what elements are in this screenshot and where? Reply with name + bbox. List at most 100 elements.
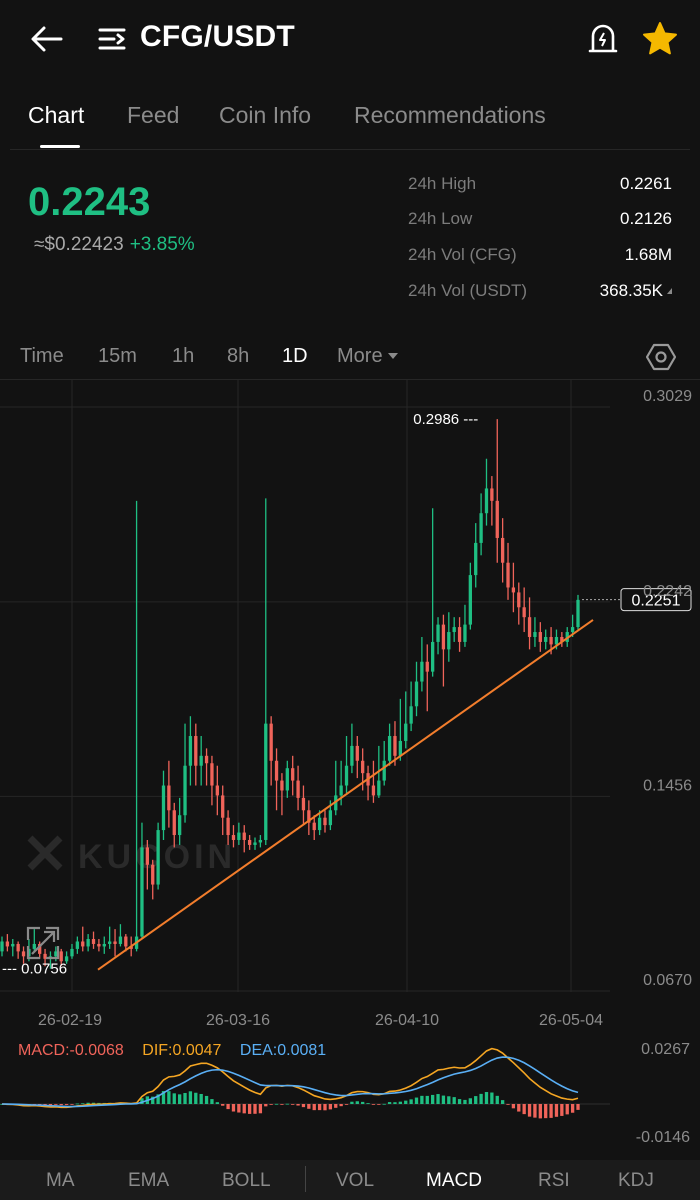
macd-bar — [361, 1101, 365, 1104]
indicator-ma[interactable]: MA — [46, 1170, 75, 1192]
candle — [355, 736, 359, 779]
macd-bar — [280, 1104, 284, 1105]
macd-bar — [296, 1104, 300, 1106]
price-alert-icon[interactable] — [586, 22, 620, 56]
macd-bar — [436, 1094, 440, 1104]
macd-bar — [414, 1097, 419, 1104]
macd-bar — [210, 1099, 214, 1104]
candle — [11, 939, 15, 957]
macd-bar — [226, 1104, 230, 1110]
stat-value-24h-vol-usdt: 368.35K — [600, 281, 672, 301]
macd-bar — [291, 1104, 295, 1105]
timeframe-more[interactable]: More — [337, 345, 398, 368]
macd-bar — [350, 1101, 354, 1104]
candle — [210, 755, 214, 806]
candle — [307, 800, 311, 836]
macd-bar — [387, 1102, 392, 1104]
macd-bar — [269, 1104, 273, 1105]
macd-bar — [54, 1104, 58, 1105]
timeframe-time[interactable]: Time — [20, 345, 64, 368]
candle — [409, 681, 413, 732]
timeframe-more-label: More — [337, 345, 383, 367]
candle — [81, 926, 85, 952]
main-tabs: Chart Feed Coin Info Recommendations — [0, 96, 700, 150]
favorite-star-icon[interactable] — [641, 20, 679, 58]
macd-bar — [371, 1104, 376, 1105]
timeframe-8h[interactable]: 8h — [227, 345, 249, 368]
chart-settings-icon[interactable] — [646, 342, 676, 372]
macd-bar — [452, 1097, 456, 1104]
macd-bar — [490, 1092, 494, 1104]
macd-bar — [334, 1104, 338, 1108]
macd-bar — [533, 1104, 537, 1118]
indicator-kdj[interactable]: KDJ — [618, 1170, 654, 1192]
stat-label-24h-vol-cfg: 24h Vol (CFG) — [408, 245, 517, 264]
candle — [323, 810, 327, 833]
macd-bar — [538, 1104, 542, 1119]
candle — [425, 644, 429, 712]
x-tick-label: 26-04-10 — [375, 1012, 439, 1029]
active-tab-indicator — [40, 145, 80, 148]
stat-label-24h-vol-usdt: 24h Vol (USDT) — [408, 281, 528, 300]
tab-recommendations[interactable]: Recommendations — [354, 102, 546, 129]
macd-bar — [506, 1104, 510, 1105]
candle — [500, 518, 505, 583]
candle — [301, 785, 306, 826]
candle — [495, 419, 499, 563]
macd-bar — [522, 1104, 526, 1115]
candle — [479, 493, 483, 556]
tab-feed[interactable]: Feed — [127, 102, 179, 129]
candle — [188, 716, 193, 786]
candle — [194, 723, 198, 786]
tab-coin-info[interactable]: Coin Info — [219, 102, 311, 129]
indicator-boll[interactable]: BOLL — [222, 1170, 271, 1192]
candle — [387, 723, 392, 766]
timeframe-1d[interactable]: 1D — [282, 345, 308, 368]
macd-bar — [565, 1104, 569, 1115]
timeframe-1h[interactable]: 1h — [172, 345, 194, 368]
candle — [269, 716, 273, 786]
candle — [156, 822, 160, 890]
indicator-separator — [305, 1166, 306, 1192]
macd-bar — [549, 1104, 553, 1118]
indicator-macd[interactable]: MACD — [426, 1170, 482, 1192]
candle — [274, 748, 279, 811]
candle — [70, 943, 74, 959]
candle — [527, 597, 532, 650]
high-marker: 0.2986 --- — [413, 411, 478, 428]
candle — [484, 458, 489, 526]
macd-bar — [377, 1104, 381, 1105]
candle — [113, 929, 117, 957]
watermark-logo-icon — [27, 835, 63, 871]
macd-bar — [75, 1103, 80, 1105]
candle — [258, 835, 263, 848]
trendline[interactable] — [97, 619, 594, 971]
indicator-ema[interactable]: EMA — [128, 1170, 169, 1192]
tab-chart[interactable]: Chart — [28, 102, 84, 129]
candle — [441, 614, 446, 687]
candle — [91, 931, 96, 949]
back-arrow-icon[interactable] — [28, 24, 64, 54]
macd-chart[interactable]: 0.0267 -0.0146 — [0, 1036, 700, 1156]
candle — [576, 594, 580, 630]
candle — [474, 523, 478, 588]
macd-bar — [215, 1102, 219, 1104]
candlestick-chart[interactable]: KUCOIN 0.2251 0.2986 --- --- 0.0756 0.30… — [0, 380, 700, 1035]
macd-bar — [237, 1104, 241, 1113]
candle — [468, 562, 472, 630]
indicator-vol[interactable]: VOL — [336, 1170, 374, 1192]
menu-icon[interactable] — [98, 26, 128, 52]
indicator-rsi[interactable]: RSI — [538, 1170, 570, 1192]
candle — [16, 941, 20, 959]
macd-bar — [307, 1104, 311, 1109]
candle — [102, 936, 106, 954]
macd-bar — [420, 1095, 424, 1104]
macd-bar — [511, 1104, 516, 1109]
y-tick-label: 0.2242 — [643, 583, 692, 600]
macd-bar — [81, 1103, 85, 1105]
expand-chart-icon[interactable] — [26, 926, 60, 960]
timeframe-15m[interactable]: 15m — [98, 345, 137, 368]
pair-title[interactable]: CFG/USDT — [140, 20, 295, 54]
macd-bar — [339, 1104, 343, 1107]
candle — [334, 760, 338, 816]
